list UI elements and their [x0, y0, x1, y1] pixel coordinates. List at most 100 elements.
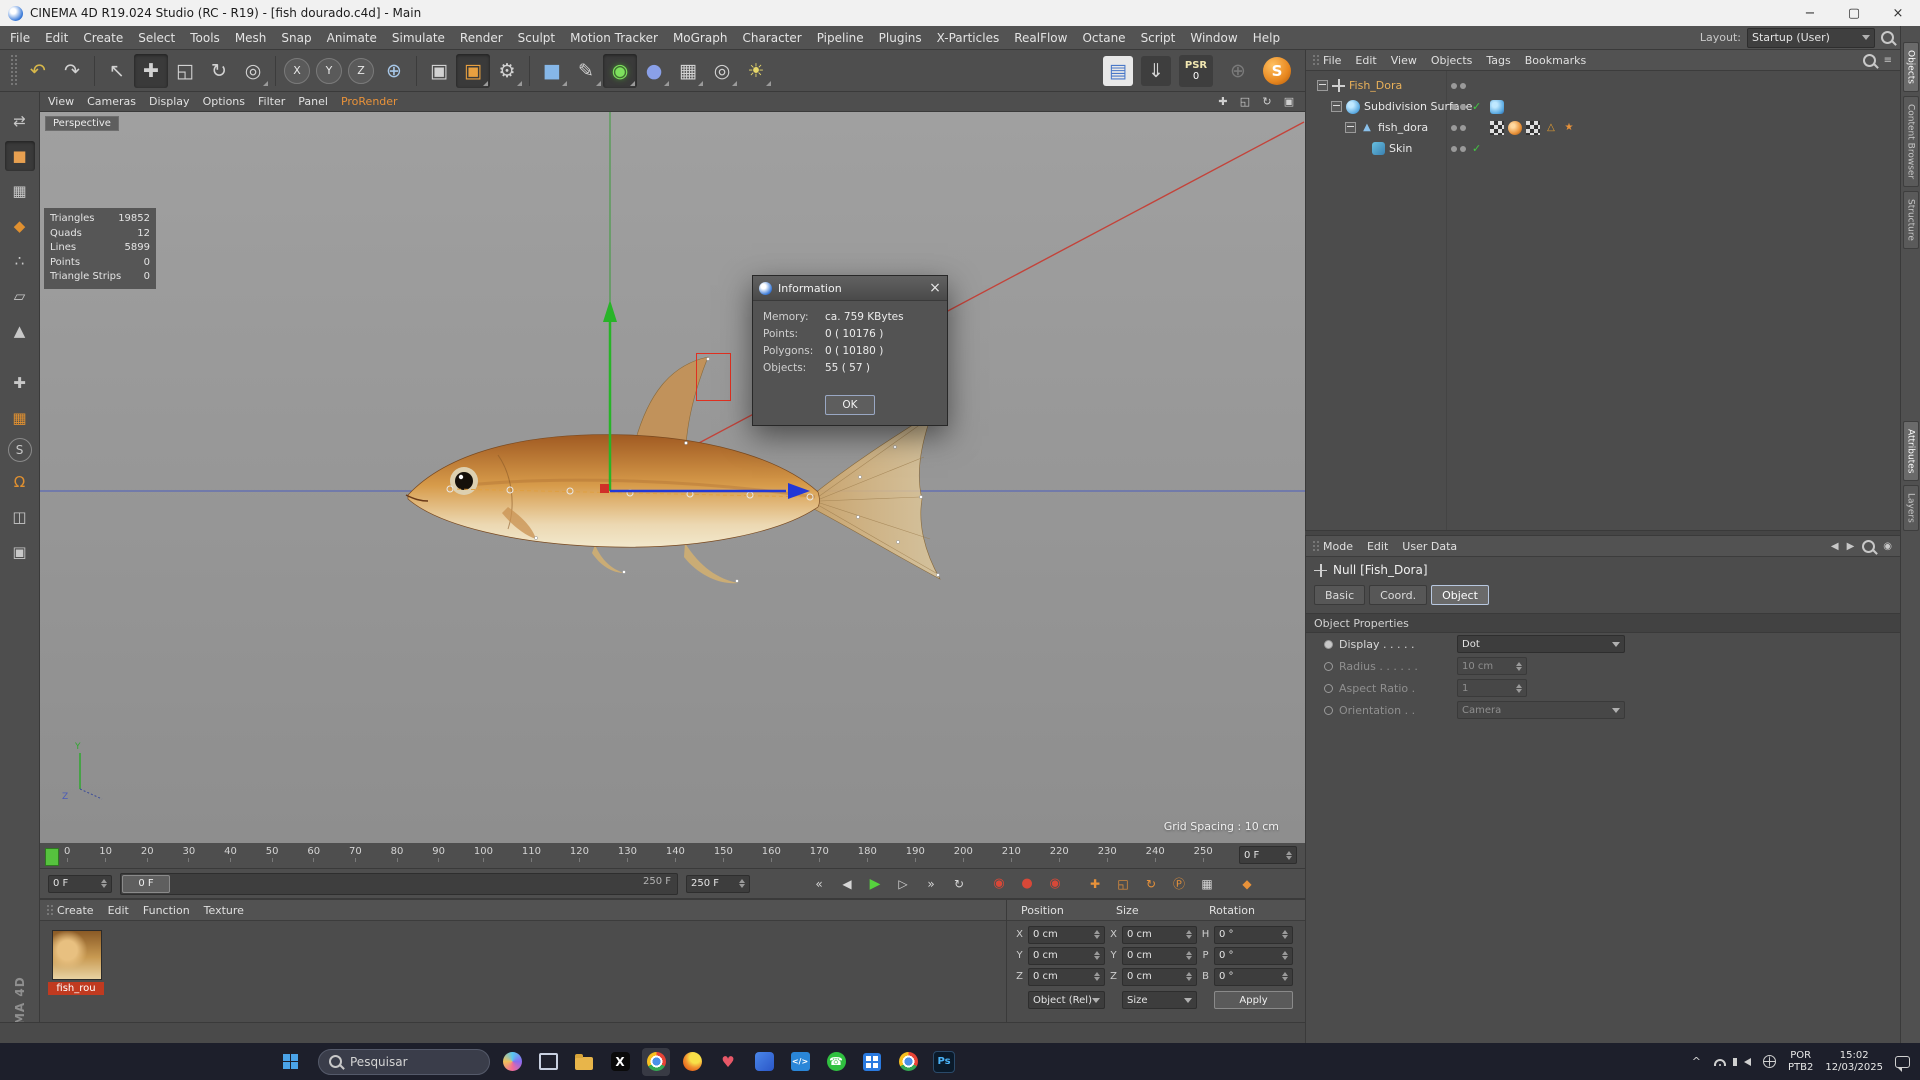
menu-item[interactable]: Mesh: [235, 31, 267, 45]
menu-item[interactable]: Edit: [45, 31, 68, 45]
drag-handle[interactable]: [10, 54, 17, 87]
viewport-solo-icon[interactable]: ▦: [5, 403, 35, 433]
tab-object[interactable]: Object: [1431, 585, 1489, 605]
param-toggle-icon[interactable]: [1324, 705, 1333, 715]
tab-basic[interactable]: Basic: [1314, 585, 1366, 605]
visibility-dots[interactable]: [1451, 138, 1466, 159]
dialog-close-icon[interactable]: ×: [923, 276, 947, 300]
history-back-icon[interactable]: ◀: [1831, 541, 1839, 552]
browser-icon-2[interactable]: [894, 1048, 922, 1076]
position-x-field[interactable]: 0 cm: [1028, 925, 1105, 944]
drag-handle[interactable]: [1312, 540, 1319, 552]
coordinate-system-button[interactable]: ⊕: [377, 54, 411, 88]
enabled-check-icon[interactable]: ✓: [1472, 142, 1481, 155]
dock-tab-attributes[interactable]: Attributes: [1902, 421, 1919, 482]
rotation-p-field[interactable]: 0 °: [1214, 946, 1293, 965]
object-name[interactable]: Skin: [1389, 142, 1412, 155]
key-scale-toggle[interactable]: ◱: [1110, 873, 1136, 895]
add-cube-button[interactable]: ■: [535, 54, 569, 88]
model-mode-icon[interactable]: ■: [4, 141, 35, 171]
search-icon[interactable]: [1862, 53, 1876, 67]
om-menu-tags[interactable]: Tags: [1486, 54, 1510, 67]
material-menu-edit[interactable]: Edit: [108, 904, 129, 917]
record-keyframe-button[interactable]: ◉: [986, 873, 1012, 895]
filter-menu-icon[interactable]: ≡: [1884, 55, 1892, 66]
rotate-tool[interactable]: ↻: [202, 54, 236, 88]
key-rotation-toggle[interactable]: ↻: [1138, 873, 1164, 895]
render-picture-viewer-button[interactable]: ▣: [456, 53, 490, 88]
collapse-icon[interactable]: [1317, 80, 1328, 91]
camera-button[interactable]: ◎: [705, 54, 739, 88]
section-header[interactable]: Object Properties: [1306, 613, 1900, 633]
tree-item-fish-dora-mesh[interactable]: ▲ fish_dora △ ★: [1306, 117, 1900, 138]
tab-coord[interactable]: Coord.: [1369, 585, 1428, 605]
viewport-menu-prorender[interactable]: ProRender: [341, 95, 398, 108]
whatsapp-icon[interactable]: ☎: [822, 1048, 850, 1076]
timeline-ruler[interactable]: 0 10 20 30 40 50 60 70 80 90 100 110 120 130 140 150 160…: [40, 843, 1305, 869]
close-button[interactable]: ×: [1876, 0, 1920, 26]
task-view-icon[interactable]: [534, 1048, 562, 1076]
dock-tab-structure[interactable]: Structure: [1902, 191, 1919, 250]
light-button[interactable]: ☀: [739, 54, 773, 88]
collapse-icon[interactable]: [1331, 101, 1342, 112]
goto-end-button[interactable]: »: [918, 873, 944, 895]
viewport-menu-filter[interactable]: Filter: [258, 95, 285, 108]
dock-tab-layers[interactable]: Layers: [1902, 485, 1919, 532]
viewport-menu-options[interactable]: Options: [203, 95, 245, 108]
menu-item[interactable]: Simulate: [392, 31, 445, 45]
rotation-h-field[interactable]: 0 °: [1214, 925, 1293, 944]
convert-tool-icon[interactable]: ⇄: [5, 106, 35, 136]
redo-button[interactable]: ↷: [55, 54, 89, 88]
toggle-panels-icon[interactable]: ▣: [1281, 94, 1297, 110]
menu-item[interactable]: Render: [460, 31, 503, 45]
menu-item[interactable]: Tools: [190, 31, 220, 45]
om-menu-edit[interactable]: Edit: [1355, 54, 1376, 67]
material-menu-create[interactable]: Create: [57, 904, 94, 917]
previous-frame-button[interactable]: ◀: [834, 873, 860, 895]
ok-button[interactable]: OK: [825, 395, 875, 415]
mirror-tool-icon[interactable]: ◫: [5, 502, 35, 532]
menu-item[interactable]: Motion Tracker: [570, 31, 658, 45]
undo-button[interactable]: ↶: [21, 54, 55, 88]
spinner[interactable]: [1282, 850, 1292, 860]
am-menu-edit[interactable]: Edit: [1367, 540, 1388, 553]
pen-spline-button[interactable]: ✎: [569, 54, 603, 88]
display-select[interactable]: Dot: [1457, 635, 1625, 653]
play-button[interactable]: ▶: [862, 873, 888, 895]
material-name[interactable]: fish_rou: [48, 982, 104, 995]
om-menu-objects[interactable]: Objects: [1431, 54, 1473, 67]
om-menu-view[interactable]: View: [1391, 54, 1417, 67]
pan-view-icon[interactable]: ✚: [1215, 94, 1231, 110]
volume-icon[interactable]: [1732, 1057, 1751, 1066]
menu-item[interactable]: Help: [1253, 31, 1280, 45]
camera-label[interactable]: Perspective: [45, 116, 119, 131]
om-menu-bookmarks[interactable]: Bookmarks: [1525, 54, 1586, 67]
notification-icon[interactable]: [1895, 1055, 1910, 1072]
size-mode-select[interactable]: Size: [1122, 991, 1197, 1009]
material-menu-texture[interactable]: Texture: [204, 904, 244, 917]
x-axis-lock[interactable]: X: [284, 57, 310, 84]
taskbar-search[interactable]: Pesquisar: [318, 1048, 490, 1075]
menu-item[interactable]: Script: [1141, 31, 1176, 45]
warning-tag-icon[interactable]: △: [1544, 121, 1558, 135]
uvw-tag-icon[interactable]: [1526, 120, 1540, 135]
photos-heart-icon[interactable]: ♥: [714, 1048, 742, 1076]
file-explorer-icon[interactable]: [570, 1048, 598, 1076]
timeline-slider[interactable]: 0 F 250 F: [120, 872, 678, 895]
visibility-dots[interactable]: [1451, 75, 1466, 96]
menu-item[interactable]: MoGraph: [673, 31, 728, 45]
start-button[interactable]: [276, 1048, 304, 1076]
menu-item[interactable]: Animate: [327, 31, 377, 45]
visibility-dots[interactable]: [1451, 96, 1466, 117]
material-thumbnail[interactable]: [52, 930, 102, 980]
viewport-menu-cameras[interactable]: Cameras: [87, 95, 136, 108]
size-x-field[interactable]: 0 cm: [1122, 925, 1197, 944]
rotation-b-field[interactable]: 0 °: [1214, 967, 1293, 986]
playhead-marker[interactable]: [45, 848, 59, 866]
spinner[interactable]: [735, 879, 745, 888]
ruler-frame-field[interactable]: 0 F: [1239, 846, 1297, 864]
am-menu-userdata[interactable]: User Data: [1402, 540, 1457, 553]
texture-mode-icon[interactable]: ▦: [5, 176, 35, 206]
position-z-field[interactable]: 0 cm: [1028, 967, 1105, 986]
last-tool-button[interactable]: ◎: [236, 54, 270, 88]
